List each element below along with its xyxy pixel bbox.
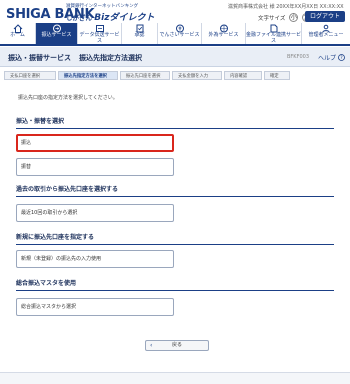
nav-data-transfer-label: データ伝送サービス [79,32,120,44]
tagline-top: 滋賀銀行インターネットバンキング [66,4,139,9]
step-indicator: 支払口座を選択 振込先指定方法を選択 振込先口座を選択 支払金額を入力 内容確認… [4,71,292,80]
nav-admin-label: 管理者メニュー [308,32,344,38]
back-label: 戻る [171,342,182,348]
nav-densai[interactable]: でんさいサービス [158,23,202,44]
nav-approval[interactable]: 承認 [122,23,158,44]
nav-transfer[interactable]: 振込サービス [36,23,78,44]
breadcrumb-parent: 振込・振替サービス [8,54,71,62]
nav-forex[interactable]: 外為サービス [202,23,246,44]
step-6: 確定 [264,71,290,80]
main-content: 振込先口座の指定方法を選択してください。 振込・振替を選択 振込 振替 過去の取… [8,86,342,370]
step-1: 支払口座を選択 [4,71,56,80]
page-title-text: 振込先指定方法選択 [79,54,142,62]
option-furikomi-button[interactable]: 振込 [16,134,174,152]
option-furikae-button[interactable]: 振替 [16,158,174,176]
help-label: ヘルプ [318,55,337,62]
logo-tagline: 滋賀銀行インターネットバンキング しがぎん Bizダイレクト [66,3,176,23]
nav-forex-label: 外為サービス [208,32,239,38]
tagline-biz: Bizダイレクト [94,13,155,23]
section-heading-transfer-type: 振込・振替を選択 [16,116,334,129]
screen-code: BFKF003 [287,54,310,60]
option-master-button[interactable]: 総合振込マスタから選択 [16,298,174,316]
nav-data-transfer[interactable]: データ伝送サービス [78,23,122,44]
instruction-text: 振込先口座の指定方法を選択してください。 [18,95,118,101]
page-title: 振込・振替サービス 振込先指定方法選択 [8,53,142,63]
help-icon: ? [338,54,345,61]
section-heading-master: 総合振込マスタを使用 [16,278,334,291]
font-size-label: 文字サイズ [258,15,286,22]
global-nav: ホーム 振込サービス データ伝送サービス 承認 でんさいサービス 外為サービス … [0,23,350,44]
nav-file-link-label: 金融ファイル連携サービス [246,32,302,44]
tagline-prefix: しがぎん [66,14,92,22]
nav-file-link[interactable]: 金融ファイル連携サービス [246,23,302,44]
top-header: SHIGA BANK 滋賀銀行インターネットバンキング しがぎん Bizダイレク… [0,0,350,46]
font-size-control: 文字サイズ 小 大 [258,13,312,22]
option-new-payee-button[interactable]: 新規（未登録）の振込先の入力使用 [16,250,174,268]
section-heading-new-payee: 新規に振込先口座を指定する [16,232,334,245]
section-heading-past-transactions: 過去の取引から振込先口座を選択する [16,184,334,197]
option-recent-10-button[interactable]: 最近10回の取引から選択 [16,204,174,222]
nav-transfer-label: 振込サービス [41,32,72,38]
font-small-button[interactable]: 小 [289,13,299,22]
tagline-service: しがぎん Bizダイレクト [66,10,176,23]
nav-densai-label: でんさいサービス [159,32,200,38]
nav-approval-label: 承認 [134,32,145,38]
nav-home[interactable]: ホーム [0,23,36,44]
page-footer [0,372,350,384]
page-title-bar: 振込・振替サービス 振込先指定方法選択 BFKF003 ヘルプ ? [0,47,350,67]
logout-button[interactable]: ログアウト [305,11,345,22]
nav-admin[interactable]: 管理者メニュー [302,23,350,44]
chevron-left-icon: ‹ [150,342,153,349]
help-link[interactable]: ヘルプ ? [318,53,345,62]
step-5: 内容確認 [224,71,262,80]
nav-home-label: ホーム [10,32,25,38]
back-button[interactable]: ‹ 戻る [145,340,209,351]
step-3: 振込先口座を選択 [120,71,170,80]
step-4: 支払金額を入力 [172,71,222,80]
step-2-current: 振込先指定方法を選択 [58,71,118,80]
bank-logo[interactable]: SHIGA BANK 滋賀銀行インターネットバンキング しがぎん Bizダイレク… [6,3,154,23]
user-info: 滋賀商事株式会社 様 20XX年XX月XX日 XX:XX:XX [228,4,344,10]
